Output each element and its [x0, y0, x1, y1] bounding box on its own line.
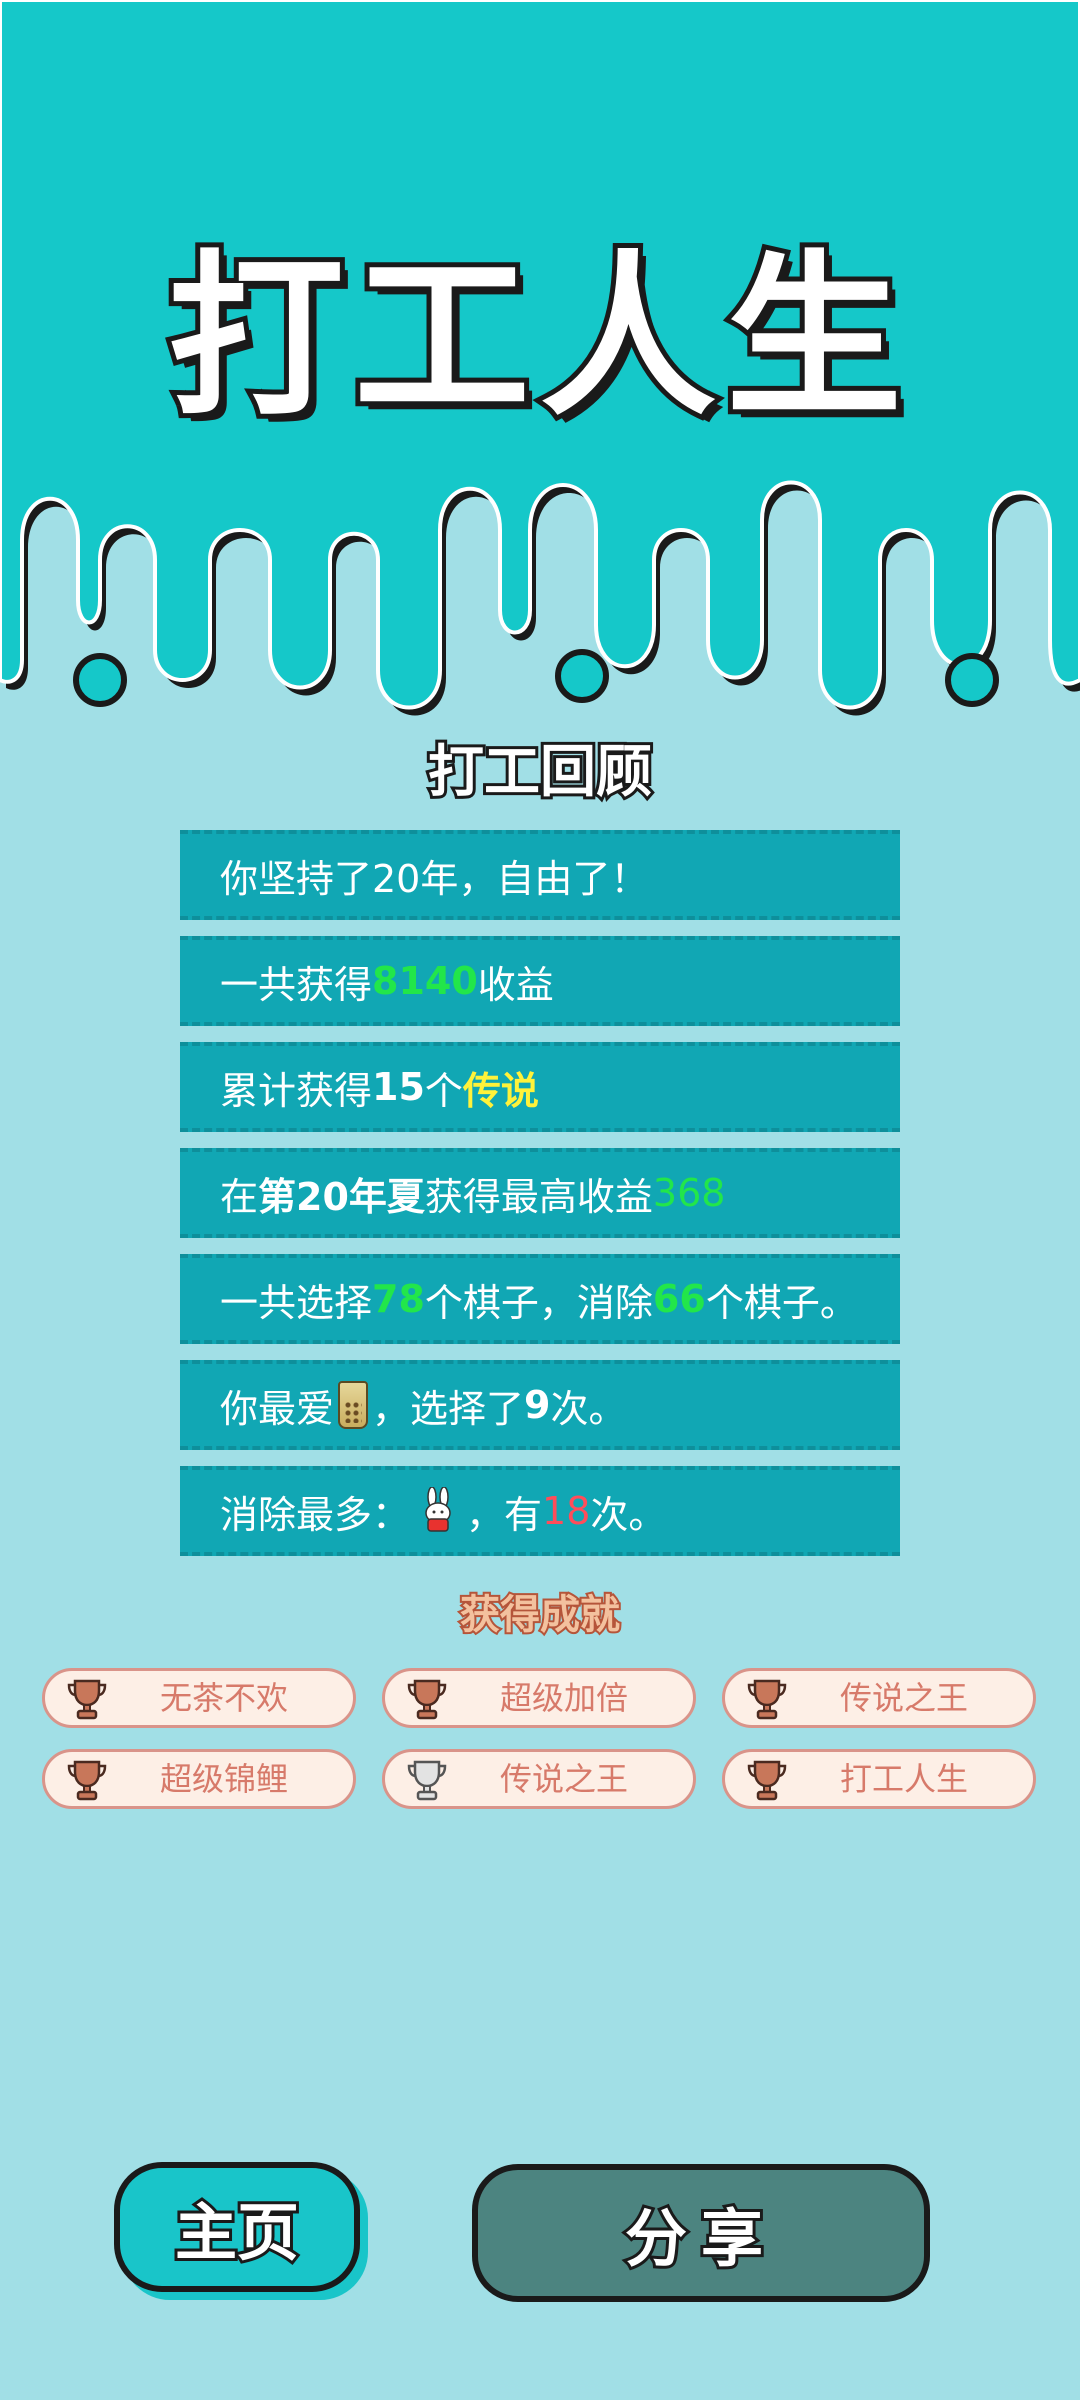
best-season: 第20年夏 — [258, 1174, 425, 1219]
achievement-badge[interactable]: 超级加倍 — [382, 1668, 696, 1728]
bronze-trophy-icon — [747, 1679, 787, 1720]
favorite-count-value: 9 — [524, 1383, 551, 1427]
pieces-selected-value: 78 — [372, 1277, 425, 1321]
review-row-pieces: 一共选择 78 个棋子，消除 66 个棋子。 — [180, 1254, 900, 1344]
home-button[interactable]: 主页 — [114, 2162, 360, 2292]
review-heading: 打工回顾 — [425, 739, 655, 806]
most-removed-count-value: 18 — [542, 1489, 591, 1533]
achievement-badge[interactable]: 超级锦鲤 — [42, 1749, 356, 1809]
achievement-badge[interactable]: 无茶不欢 — [42, 1668, 356, 1728]
review-row-years: 你坚持了20年，自由了！ — [180, 830, 900, 920]
bronze-trophy-icon — [407, 1679, 447, 1720]
achievements-heading: 获得成就 — [458, 1590, 622, 1640]
rabbit-icon — [425, 1487, 451, 1532]
bronze-trophy-icon — [67, 1760, 107, 1801]
achievement-badge[interactable]: 传说之王 — [722, 1668, 1036, 1728]
best-earnings-value: 368 — [652, 1171, 726, 1215]
legend-tag: 传说 — [462, 1068, 539, 1113]
milk-tea-icon — [338, 1381, 369, 1429]
legend-count-value: 15 — [372, 1065, 425, 1109]
review-row-earnings: 一共获得 8140 收益 — [180, 936, 900, 1026]
review-row-best-season: 在 第20年夏 获得最高收益 368 — [180, 1148, 900, 1238]
bronze-trophy-icon — [67, 1679, 107, 1720]
pieces-removed-value: 66 — [652, 1277, 706, 1321]
bronze-trophy-icon — [747, 1760, 787, 1801]
review-row-most-removed: 消除最多： ，有 18 次。 — [180, 1466, 900, 1556]
silver-trophy-icon — [407, 1760, 447, 1801]
achievement-badge[interactable]: 打工人生 — [722, 1749, 1036, 1809]
total-earnings-value: 8140 — [372, 959, 478, 1003]
achievement-badge[interactable]: 传说之王 — [382, 1749, 696, 1809]
game-title: 打工人生 — [163, 235, 912, 440]
share-button[interactable]: 分享 — [472, 2164, 930, 2302]
review-row-legends: 累计获得 15 个传说 — [180, 1042, 900, 1132]
review-row-favorite: 你最爱 ，选择了 9 次。 — [180, 1360, 900, 1450]
